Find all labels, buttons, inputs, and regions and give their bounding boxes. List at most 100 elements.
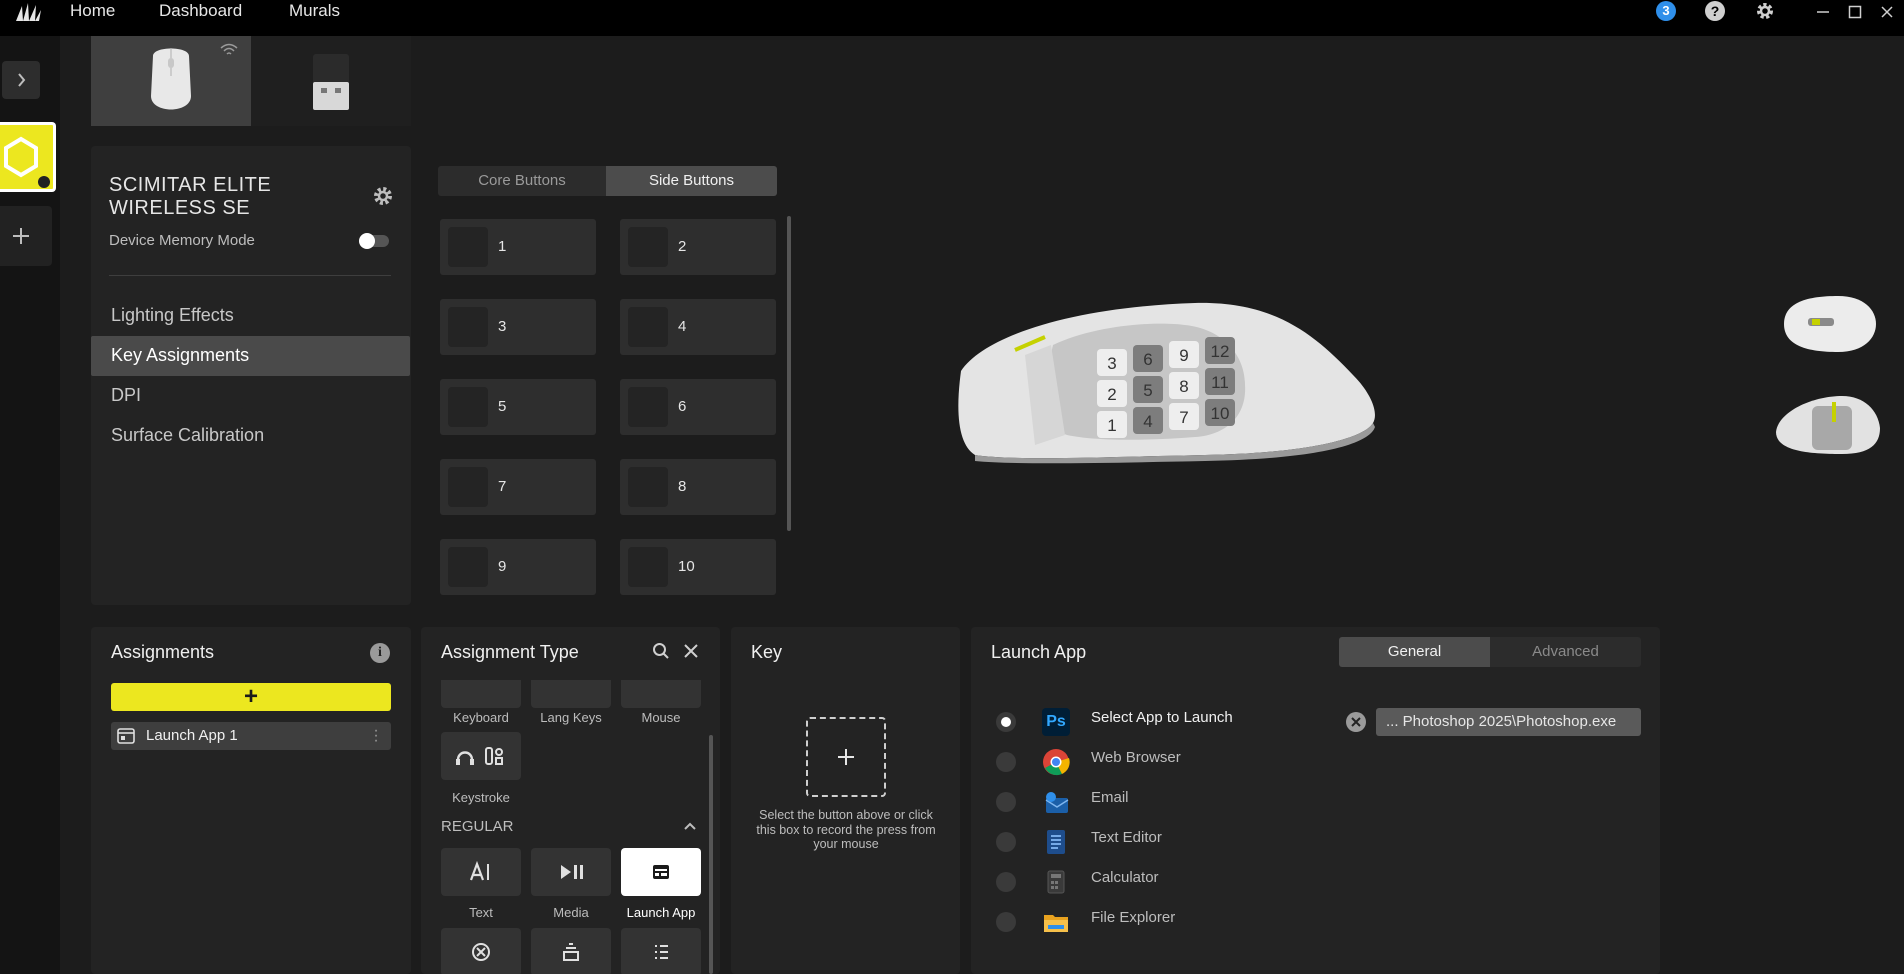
side-button-2[interactable]: 2 bbox=[620, 219, 776, 275]
maximize-button[interactable] bbox=[1845, 2, 1865, 22]
settings-gear-icon[interactable] bbox=[1755, 1, 1775, 21]
close-icon[interactable] bbox=[682, 642, 700, 660]
launch-app-icon bbox=[653, 865, 669, 879]
side-button-swatch bbox=[448, 227, 488, 267]
keypad-key-label: 5 bbox=[1143, 381, 1152, 400]
side-button-label: 4 bbox=[678, 318, 687, 335]
menu-surface-calibration[interactable]: Surface Calibration bbox=[111, 425, 264, 446]
wireless-icon bbox=[219, 42, 239, 58]
photoshop-icon: Ps bbox=[1042, 708, 1070, 736]
device-settings-gear-icon[interactable] bbox=[372, 185, 394, 207]
notification-badge[interactable]: 3 bbox=[1656, 1, 1676, 21]
view-thumbnail-side[interactable] bbox=[1772, 392, 1882, 458]
type-mouse-button[interactable] bbox=[621, 680, 701, 708]
keypad-key-label: 11 bbox=[1211, 373, 1229, 392]
type-lang-keys-button[interactable] bbox=[531, 680, 611, 708]
type-keyboard-button[interactable] bbox=[441, 680, 521, 708]
info-icon[interactable]: i bbox=[370, 643, 390, 663]
device-tab-dongle[interactable] bbox=[251, 36, 411, 126]
minimize-button[interactable] bbox=[1813, 2, 1833, 22]
nav-murals[interactable]: Murals bbox=[289, 0, 340, 22]
side-button-1[interactable]: 1 bbox=[440, 219, 596, 275]
assignment-item-label: Launch App 1 bbox=[146, 727, 238, 744]
type-keystroke-label: Keystroke bbox=[452, 790, 510, 805]
side-button-9[interactable]: 9 bbox=[440, 539, 596, 595]
device-profile-tile[interactable] bbox=[0, 122, 56, 192]
type-text-button[interactable] bbox=[441, 848, 521, 896]
side-button-5[interactable]: 5 bbox=[440, 379, 596, 435]
radio-web-browser[interactable] bbox=[996, 752, 1016, 772]
side-button-7[interactable]: 7 bbox=[440, 459, 596, 515]
left-rail bbox=[0, 36, 60, 974]
type-launch-app-button[interactable] bbox=[621, 848, 701, 896]
option-web-browser-label: Web Browser bbox=[1091, 749, 1181, 766]
menu-key-assignments[interactable]: Key Assignments bbox=[111, 345, 249, 366]
side-button-swatch bbox=[628, 307, 668, 347]
corsair-logo-icon[interactable] bbox=[14, 2, 42, 22]
assignment-item[interactable]: Launch App 1 · · · bbox=[111, 722, 391, 750]
app-path-field[interactable]: ... Photoshop 2025\Photoshop.exe bbox=[1376, 708, 1641, 736]
side-buttons-scrollbar[interactable] bbox=[787, 216, 791, 531]
menu-dpi[interactable]: DPI bbox=[111, 385, 141, 406]
option-calculator-label: Calculator bbox=[1091, 869, 1159, 886]
type-media-button[interactable] bbox=[531, 848, 611, 896]
assignments-title: Assignments bbox=[111, 642, 215, 662]
radio-select-app[interactable] bbox=[996, 712, 1016, 732]
close-window-button[interactable] bbox=[1877, 2, 1897, 22]
assignments-panel bbox=[91, 627, 411, 974]
side-button-swatch bbox=[448, 387, 488, 427]
profile-stack-icon bbox=[563, 943, 579, 961]
type-keystroke-button[interactable] bbox=[441, 732, 521, 780]
radio-file-explorer[interactable] bbox=[996, 912, 1016, 932]
nav-home[interactable]: Home bbox=[70, 0, 115, 22]
side-button-10[interactable]: 10 bbox=[620, 539, 776, 595]
record-key-box[interactable] bbox=[806, 717, 886, 797]
more-options-icon[interactable]: · · · bbox=[373, 723, 379, 749]
toggle-knob bbox=[359, 233, 375, 249]
text-editor-icon bbox=[1042, 828, 1070, 856]
expand-rail-button[interactable] bbox=[2, 61, 40, 99]
key-panel bbox=[731, 627, 960, 974]
tab-general[interactable]: General bbox=[1339, 637, 1490, 667]
assignment-type-list: Keyboard Lang Keys Mouse Keystroke REGUL… bbox=[421, 680, 720, 974]
type-profile-button[interactable] bbox=[531, 928, 611, 974]
keypad-key-label: 1 bbox=[1107, 416, 1116, 435]
side-button-4[interactable]: 4 bbox=[620, 299, 776, 355]
device-name-line1: SCIMITAR ELITE bbox=[109, 174, 272, 196]
radio-calculator[interactable] bbox=[996, 872, 1016, 892]
memory-mode-toggle[interactable] bbox=[359, 233, 389, 249]
type-disable-button[interactable] bbox=[441, 928, 521, 974]
radio-email[interactable] bbox=[996, 792, 1016, 812]
menu-lighting-effects[interactable]: Lighting Effects bbox=[111, 305, 234, 326]
tab-side-buttons[interactable]: Side Buttons bbox=[606, 166, 777, 196]
help-icon[interactable]: ? bbox=[1705, 1, 1725, 21]
tab-advanced[interactable]: Advanced bbox=[1490, 637, 1641, 667]
key-title: Key bbox=[751, 642, 783, 662]
side-button-6[interactable]: 6 bbox=[620, 379, 776, 435]
option-email-label: Email bbox=[1091, 789, 1129, 806]
search-icon[interactable] bbox=[652, 642, 670, 660]
keypad-key-label: 2 bbox=[1107, 385, 1116, 404]
side-button-3[interactable]: 3 bbox=[440, 299, 596, 355]
add-assignment-button[interactable]: + bbox=[111, 683, 391, 711]
text-icon bbox=[469, 860, 489, 881]
assignment-type-scrollbar[interactable] bbox=[709, 735, 713, 974]
tab-core-buttons[interactable]: Core Buttons bbox=[438, 166, 606, 196]
keypad-key-label: 9 bbox=[1179, 346, 1188, 365]
view-thumbnail-top[interactable] bbox=[1778, 292, 1880, 356]
collapse-chevron-icon[interactable] bbox=[683, 820, 697, 832]
nav-dashboard[interactable]: Dashboard bbox=[159, 0, 242, 22]
type-mouse-label: Mouse bbox=[641, 710, 681, 725]
side-button-swatch bbox=[448, 547, 488, 587]
disable-icon bbox=[472, 943, 490, 961]
type-launch-app-label: Launch App bbox=[626, 905, 696, 920]
add-device-button[interactable] bbox=[0, 206, 52, 266]
side-button-swatch bbox=[628, 227, 668, 267]
side-button-8[interactable]: 8 bbox=[620, 459, 776, 515]
type-text-label: Text bbox=[469, 905, 493, 920]
side-button-label: 10 bbox=[678, 558, 695, 575]
clear-path-icon[interactable] bbox=[1346, 712, 1366, 732]
radio-text-editor[interactable] bbox=[996, 832, 1016, 852]
device-tab-mouse[interactable] bbox=[91, 36, 251, 126]
type-list-button[interactable] bbox=[621, 928, 701, 974]
